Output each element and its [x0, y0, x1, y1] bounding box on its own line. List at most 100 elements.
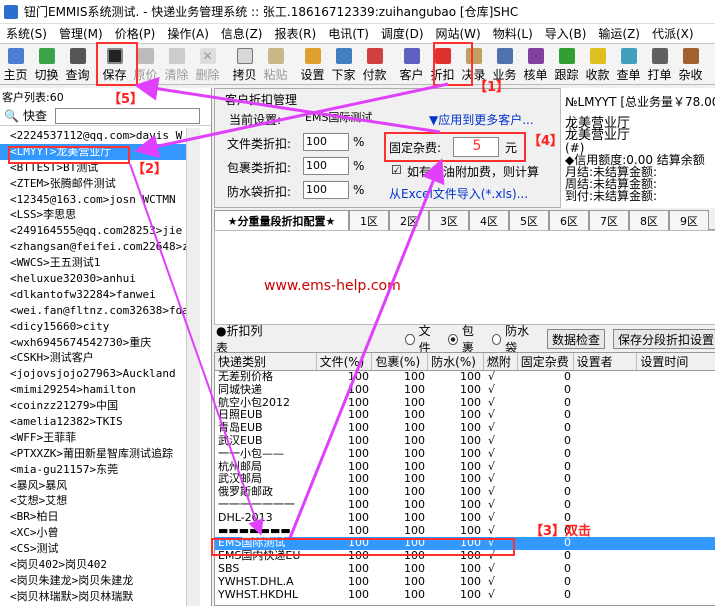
list-item[interactable]: <heluxue32030>anhui	[0, 271, 186, 287]
col-doc[interactable]: 文件(%)	[317, 353, 373, 370]
list-item[interactable]: <12345@163.com>josn WCTMN	[0, 192, 186, 208]
customer-button[interactable]: 客户	[396, 45, 427, 85]
paste-button[interactable]: 粘贴	[260, 45, 291, 85]
collect-button[interactable]: 收款	[582, 45, 613, 85]
menu-manage[interactable]: 管理(M)	[53, 25, 109, 42]
col-setter[interactable]: 设置者	[574, 353, 638, 370]
print-button[interactable]: 打单	[644, 45, 675, 85]
list-item[interactable]: <dlkantofw32284>fanwei	[0, 287, 186, 303]
list-item[interactable]: <jojovsjojo27963>Auckland	[0, 366, 186, 382]
waterproof-discount-input[interactable]: 100	[303, 181, 349, 199]
save-segment-button[interactable]: 保存分段折扣设置	[612, 329, 715, 349]
menu-operate[interactable]: 操作(A)	[161, 25, 215, 42]
table-row[interactable]: 武汉EUB 100 100 100 √ 0	[215, 435, 715, 448]
menu-price[interactable]: 价格(P)	[109, 25, 162, 42]
misc-button[interactable]: 杂收	[675, 45, 706, 85]
settings-button[interactable]: 设置	[297, 45, 328, 85]
table-row[interactable]: 航空小包2012 100 100 100 √ 0	[215, 397, 715, 410]
table-row[interactable]: 无差别价格 100 100 100 √ 0	[215, 371, 715, 384]
list-item[interactable]: <coinzz21279>中国	[0, 398, 186, 414]
table-row[interactable]: 杭州邮局 100 100 100 √ 0	[215, 461, 715, 474]
list-item[interactable]: <PTXXZK>莆田新星智库测试追踪	[0, 446, 186, 462]
menu-material[interactable]: 物料(L)	[487, 25, 539, 42]
list-item[interactable]: <岗贝402>岗贝402	[0, 557, 186, 573]
list-item[interactable]: <XC>小曾	[0, 525, 186, 541]
tab-zone-2[interactable]: 2区	[389, 210, 429, 230]
menu-system[interactable]: 系统(S)	[0, 25, 53, 42]
table-row[interactable]: YWHST.HKDHL 100 100 100 √ 0	[215, 589, 715, 602]
list-item[interactable]: <暴风>暴风	[0, 478, 186, 494]
menu-delivery[interactable]: 代派(X)	[646, 25, 700, 42]
payment-button[interactable]: 付款	[359, 45, 390, 85]
list-item[interactable]: <岗贝朱建龙>岗贝朱建龙	[0, 573, 186, 589]
track-button[interactable]: 跟踪	[551, 45, 582, 85]
bill-button[interactable]: 查单	[613, 45, 644, 85]
table-row[interactable]: 武汉邮局 100 100 100 √ 0	[215, 473, 715, 486]
col-type[interactable]: 快递类别	[215, 353, 317, 370]
col-fixed[interactable]: 固定杂费	[518, 353, 574, 370]
apply-more-customers-link[interactable]: ▼应用到更多客户...	[429, 111, 534, 128]
tab-zone-7[interactable]: 7区	[589, 210, 629, 230]
copy-button[interactable]: 拷贝	[229, 45, 260, 85]
col-fuel[interactable]: 燃附	[484, 353, 518, 370]
list-item[interactable]: <249164555@qq.com28253>jie BM	[0, 223, 186, 239]
import-excel-link[interactable]: 从Excel文件导入(*.xls)...	[389, 185, 528, 202]
list-item[interactable]: <LSS>李思思	[0, 207, 186, 223]
tab-zone-3[interactable]: 3区	[429, 210, 469, 230]
table-row[interactable]: ▬▬▬▬▬▬▬ 100 100 100 √ 0	[215, 525, 715, 538]
quick-search-input[interactable]	[54, 107, 200, 124]
list-item[interactable]: <ZTEM>张腾邮件测试	[0, 176, 186, 192]
list-item[interactable]: <amelia12382>TKIS	[0, 414, 186, 430]
query-button[interactable]: 查询	[62, 45, 93, 85]
table-row[interactable]: 青岛EUB 100 100 100 √ 0	[215, 422, 715, 435]
menu-info[interactable]: 信息(Z)	[215, 25, 269, 42]
radio-doc[interactable]	[405, 333, 415, 345]
list-item[interactable]: <BR>柏日	[0, 509, 186, 525]
switch-button[interactable]: 切换	[31, 45, 62, 85]
col-pkg[interactable]: 包裹(%)	[372, 353, 429, 370]
table-row[interactable]: 一一一一一一一 100 100 100 √ 0	[215, 499, 715, 512]
pkg-discount-input[interactable]: 100	[303, 157, 349, 175]
list-item[interactable]: <mia-gu21157>东莞	[0, 462, 186, 478]
home-button[interactable]: 主页	[0, 45, 31, 85]
col-water[interactable]: 防水(%)	[428, 353, 484, 370]
tab-zone-5[interactable]: 5区	[509, 210, 549, 230]
list-item[interactable]: <WWCS>王五测试1	[0, 255, 186, 271]
list-item[interactable]: <wei.fan@fltnz.com32638>fdas	[0, 303, 186, 319]
clear-button[interactable]: 清除	[161, 45, 192, 85]
col-time[interactable]: 设置时间	[637, 353, 715, 370]
data-check-button[interactable]: 数据检查	[546, 329, 605, 349]
list-item[interactable]: <WFF>王菲菲	[0, 430, 186, 446]
menu-transport[interactable]: 输运(Z)	[592, 25, 646, 42]
table-row[interactable]: YWHST.DHL.A 100 100 100 √ 0	[215, 576, 715, 589]
table-row[interactable]: DHL-2013 100 100 100 √ 0	[215, 512, 715, 525]
radio-water[interactable]	[491, 333, 502, 345]
list-item[interactable]: <CS>测试	[0, 541, 186, 557]
delete-button[interactable]: ✕ 删除	[192, 45, 223, 85]
tab-zone-1[interactable]: 1区	[349, 210, 389, 230]
tab-zone-9[interactable]: 9区	[669, 210, 709, 230]
radio-pkg[interactable]	[448, 333, 458, 345]
table-row[interactable]: 同城快递 100 100 100 √ 0	[215, 384, 715, 397]
menu-dispatch[interactable]: 调度(D)	[375, 25, 430, 42]
list-item[interactable]: <mimi29254>hamilton	[0, 382, 186, 398]
list-item[interactable]: <2224537112@qq.com>davis W	[0, 128, 186, 144]
menu-telecom[interactable]: 电讯(T)	[322, 25, 375, 42]
doc-discount-input[interactable]: 100	[303, 133, 349, 151]
menu-website[interactable]: 网站(W)	[430, 25, 487, 42]
download-button[interactable]: 下家	[328, 45, 359, 85]
tab-zone-4[interactable]: 4区	[469, 210, 509, 230]
table-row[interactable]: SBS 100 100 100 √ 0	[215, 563, 715, 576]
tab-weight-segment[interactable]: ★分重量段折扣配置★	[214, 210, 349, 230]
list-item[interactable]: <艾想>艾想	[0, 493, 186, 509]
table-row[interactable]: 俄罗斯邮政 100 100 100 √ 0	[215, 486, 715, 499]
customer-list-scrollbar[interactable]	[186, 128, 200, 606]
table-row[interactable]: 一一小包—— 100 100 100 √ 0	[215, 448, 715, 461]
list-item[interactable]: <dicy15660>city	[0, 319, 186, 335]
list-item[interactable]: <岗贝林瑞默>岗贝林瑞默	[0, 589, 186, 605]
fuel-checkbox[interactable]: ☑	[391, 163, 402, 177]
list-item[interactable]: <zhangsan@feifei.com22648>zha	[0, 239, 186, 255]
menu-report[interactable]: 报表(R)	[268, 25, 322, 42]
list-item[interactable]: <CSKH>测试客户	[0, 350, 186, 366]
table-row[interactable]: 日照EUB 100 100 100 √ 0	[215, 409, 715, 422]
